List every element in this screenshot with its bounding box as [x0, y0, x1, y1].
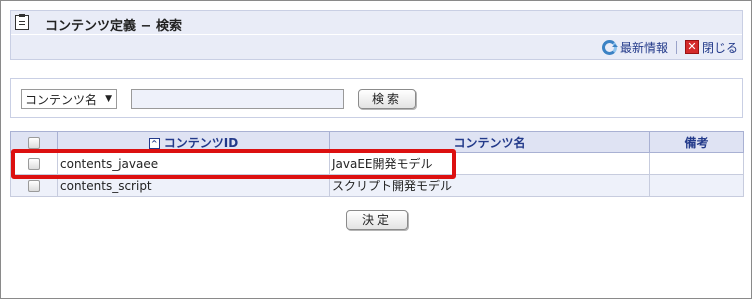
search-panel: コンテンツ名 ▼ 検索: [10, 78, 743, 118]
refresh-link[interactable]: 最新情報: [601, 39, 668, 56]
row-checkbox-cell[interactable]: [10, 152, 58, 175]
title-bar: コンテンツ定義 − 検索: [11, 11, 742, 35]
ok-button[interactable]: 決定: [346, 210, 408, 230]
table-header-row: ^ コンテンツID コンテンツ名 備考: [10, 131, 744, 153]
cell-content-id: contents_javaee: [57, 152, 330, 175]
table-row[interactable]: contents_script スクリプト開発モデル: [10, 174, 744, 197]
chevron-down-icon: ▼: [105, 94, 112, 104]
link-divider: [675, 40, 677, 54]
column-header-remarks[interactable]: 備考: [649, 131, 744, 153]
search-input[interactable]: [131, 89, 344, 109]
cell-remarks: [649, 174, 744, 197]
cell-remarks: [649, 152, 744, 175]
sort-ascending-icon[interactable]: ^: [148, 137, 160, 149]
search-button[interactable]: 検索: [358, 89, 416, 109]
close-label: 閉じる: [701, 40, 738, 55]
dialog-window: コンテンツ定義 − 検索 最新情報 ✕ 閉じる コンテンツ名 ▼ 検索 ^ コン…: [0, 0, 752, 299]
select-all-checkbox[interactable]: [28, 136, 40, 149]
refresh-icon: [601, 39, 618, 55]
close-link[interactable]: ✕ 閉じる: [684, 39, 738, 56]
cell-content-name: スクリプト開発モデル: [329, 174, 650, 197]
search-field-select-value: コンテンツ名: [25, 92, 98, 107]
column-header-id-label: コンテンツID: [163, 135, 239, 150]
column-header-id[interactable]: ^ コンテンツID: [57, 131, 330, 153]
header-links: 最新情報 ✕ 閉じる: [601, 38, 738, 56]
clipboard-icon: [15, 14, 29, 30]
close-icon: ✕: [684, 40, 699, 54]
row-checkbox-cell[interactable]: [10, 174, 58, 197]
results-table: ^ コンテンツID コンテンツ名 備考 contents_javaee JavaE…: [10, 131, 744, 197]
cell-content-name: JavaEE開発モデル: [329, 152, 650, 175]
page-title: コンテンツ定義 − 検索: [45, 19, 182, 34]
column-header-name[interactable]: コンテンツ名: [329, 131, 650, 153]
row-checkbox[interactable]: [28, 180, 40, 192]
table-row[interactable]: contents_javaee JavaEE開発モデル: [10, 152, 744, 175]
cell-content-id: contents_script: [57, 174, 330, 197]
refresh-label: 最新情報: [619, 40, 668, 55]
dialog-header: コンテンツ定義 − 検索 最新情報 ✕ 閉じる: [10, 10, 743, 60]
search-field-select[interactable]: コンテンツ名 ▼: [21, 89, 117, 109]
row-checkbox[interactable]: [28, 158, 40, 170]
select-all-header[interactable]: [10, 131, 58, 153]
